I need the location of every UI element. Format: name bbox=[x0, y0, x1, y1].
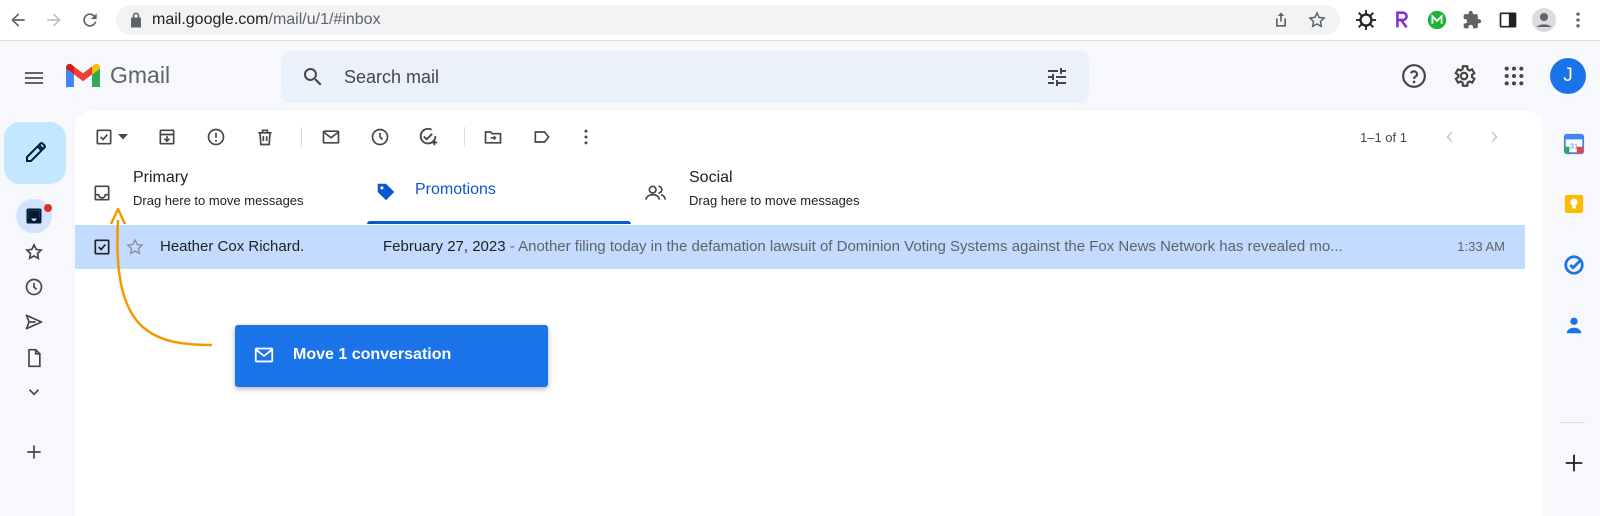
tab-promotions[interactable]: Promotions bbox=[367, 167, 631, 225]
gmail-app: Gmail J bbox=[0, 41, 1600, 516]
newer-chevron-left-icon[interactable] bbox=[1438, 125, 1462, 149]
compose-button[interactable] bbox=[4, 122, 66, 184]
settings-gear-icon[interactable] bbox=[1450, 62, 1478, 90]
account-avatar[interactable]: J bbox=[1550, 58, 1586, 94]
tab-primary[interactable]: Primary Drag here to move messages bbox=[75, 167, 365, 225]
side-panel-icon[interactable] bbox=[1496, 8, 1520, 32]
contacts-icon[interactable] bbox=[1562, 313, 1586, 337]
tab-social-label: Social bbox=[689, 169, 733, 186]
apps-grid-icon[interactable] bbox=[1500, 62, 1528, 90]
drafts-icon[interactable] bbox=[22, 346, 46, 370]
url-text: mail.google.com/mail/u/1/#inbox bbox=[152, 11, 381, 28]
more-options-icon[interactable] bbox=[574, 125, 598, 149]
add-to-tasks-icon[interactable] bbox=[416, 125, 440, 149]
email-time: 1:33 AM bbox=[1457, 239, 1505, 254]
tasks-icon[interactable] bbox=[1562, 253, 1586, 277]
email-subject-line: February 27, 2023 - Another filing today… bbox=[383, 238, 1343, 255]
report-spam-icon[interactable] bbox=[204, 125, 228, 149]
select-dropdown-icon[interactable] bbox=[114, 125, 132, 149]
back-icon[interactable] bbox=[6, 8, 30, 32]
search-icon[interactable] bbox=[301, 65, 325, 89]
inbox-tray-icon bbox=[92, 183, 112, 203]
inbox-unread-dot bbox=[44, 204, 52, 212]
email-snippet: Another filing today in the defamation l… bbox=[518, 238, 1343, 255]
mark-as-read-icon[interactable] bbox=[319, 125, 343, 149]
select-all-checkbox-icon[interactable] bbox=[92, 125, 116, 149]
tab-social[interactable]: Social Drag here to move messages bbox=[645, 167, 935, 225]
inbox-icon[interactable] bbox=[22, 204, 46, 228]
get-addons-plus-icon[interactable] bbox=[1562, 451, 1586, 475]
sent-icon[interactable] bbox=[22, 310, 46, 334]
starred-icon[interactable] bbox=[22, 240, 46, 264]
label-tag-icon[interactable] bbox=[530, 125, 554, 149]
extension-sun-icon[interactable] bbox=[1354, 8, 1378, 32]
browser-menu-icon[interactable] bbox=[1566, 8, 1590, 32]
side-panel-divider bbox=[1561, 422, 1585, 423]
active-tab-indicator bbox=[367, 221, 631, 224]
keep-notes-icon[interactable] bbox=[1562, 192, 1586, 216]
email-separator: - bbox=[505, 238, 519, 255]
extension-r-icon[interactable] bbox=[1390, 8, 1414, 32]
snoozed-clock-icon[interactable] bbox=[22, 275, 46, 299]
drag-toast-label: Move 1 conversation bbox=[293, 346, 452, 363]
forward-icon[interactable] bbox=[42, 8, 66, 32]
browser-toolbar: mail.google.com/mail/u/1/#inbox bbox=[0, 0, 1600, 41]
extensions-puzzle-icon[interactable] bbox=[1460, 8, 1484, 32]
toolbar-divider bbox=[464, 127, 465, 147]
main-menu-icon[interactable] bbox=[22, 66, 46, 90]
delete-trash-icon[interactable] bbox=[253, 125, 277, 149]
older-chevron-right-icon[interactable] bbox=[1482, 125, 1506, 149]
calendar-icon[interactable]: 31 bbox=[1562, 132, 1586, 156]
email-row[interactable]: Heather Cox Richard. February 27, 2023 -… bbox=[75, 225, 1525, 269]
tab-primary-subtitle: Drag here to move messages bbox=[133, 193, 304, 208]
row-checkbox-icon[interactable] bbox=[92, 237, 112, 257]
pagination-count: 1–1 of 1 bbox=[1360, 130, 1407, 145]
archive-icon[interactable] bbox=[155, 125, 179, 149]
promotions-tag-icon bbox=[375, 181, 397, 203]
snooze-clock-icon[interactable] bbox=[368, 125, 392, 149]
search-input[interactable] bbox=[344, 51, 984, 103]
gmail-logo-text: Gmail bbox=[110, 62, 171, 88]
reload-icon[interactable] bbox=[78, 8, 102, 32]
gmail-logo[interactable]: Gmail bbox=[66, 62, 170, 89]
email-subject: February 27, 2023 bbox=[383, 238, 506, 255]
mail-list-panel: 1–1 of 1 Primary Drag here to move messa… bbox=[75, 111, 1543, 516]
profile-icon[interactable] bbox=[1532, 8, 1556, 32]
social-people-icon bbox=[645, 183, 667, 203]
address-bar[interactable]: mail.google.com/mail/u/1/#inbox bbox=[116, 5, 1340, 35]
envelope-icon bbox=[253, 344, 275, 366]
drag-move-toast[interactable]: Move 1 conversation bbox=[235, 325, 548, 387]
share-icon[interactable] bbox=[1271, 10, 1291, 30]
new-label-plus-icon[interactable] bbox=[22, 440, 46, 464]
search-bar bbox=[281, 51, 1089, 103]
email-sender: Heather Cox Richard. bbox=[160, 238, 305, 255]
tab-promotions-label: Promotions bbox=[415, 181, 496, 198]
gmail-m-icon bbox=[66, 63, 100, 87]
tab-primary-label: Primary bbox=[133, 169, 189, 186]
extension-m-icon[interactable] bbox=[1425, 8, 1449, 32]
move-to-folder-icon[interactable] bbox=[481, 125, 505, 149]
bookmark-star-icon[interactable] bbox=[1307, 10, 1327, 30]
pencil-icon bbox=[26, 142, 46, 162]
tab-social-subtitle: Drag here to move messages bbox=[689, 193, 860, 208]
search-options-icon[interactable] bbox=[1045, 65, 1069, 89]
lock-icon[interactable] bbox=[126, 10, 146, 30]
help-icon[interactable] bbox=[1400, 62, 1428, 90]
svg-text:31: 31 bbox=[1570, 142, 1578, 151]
row-star-icon[interactable] bbox=[125, 237, 145, 257]
toolbar-divider bbox=[301, 127, 302, 147]
more-chevron-down-icon[interactable] bbox=[22, 380, 46, 404]
